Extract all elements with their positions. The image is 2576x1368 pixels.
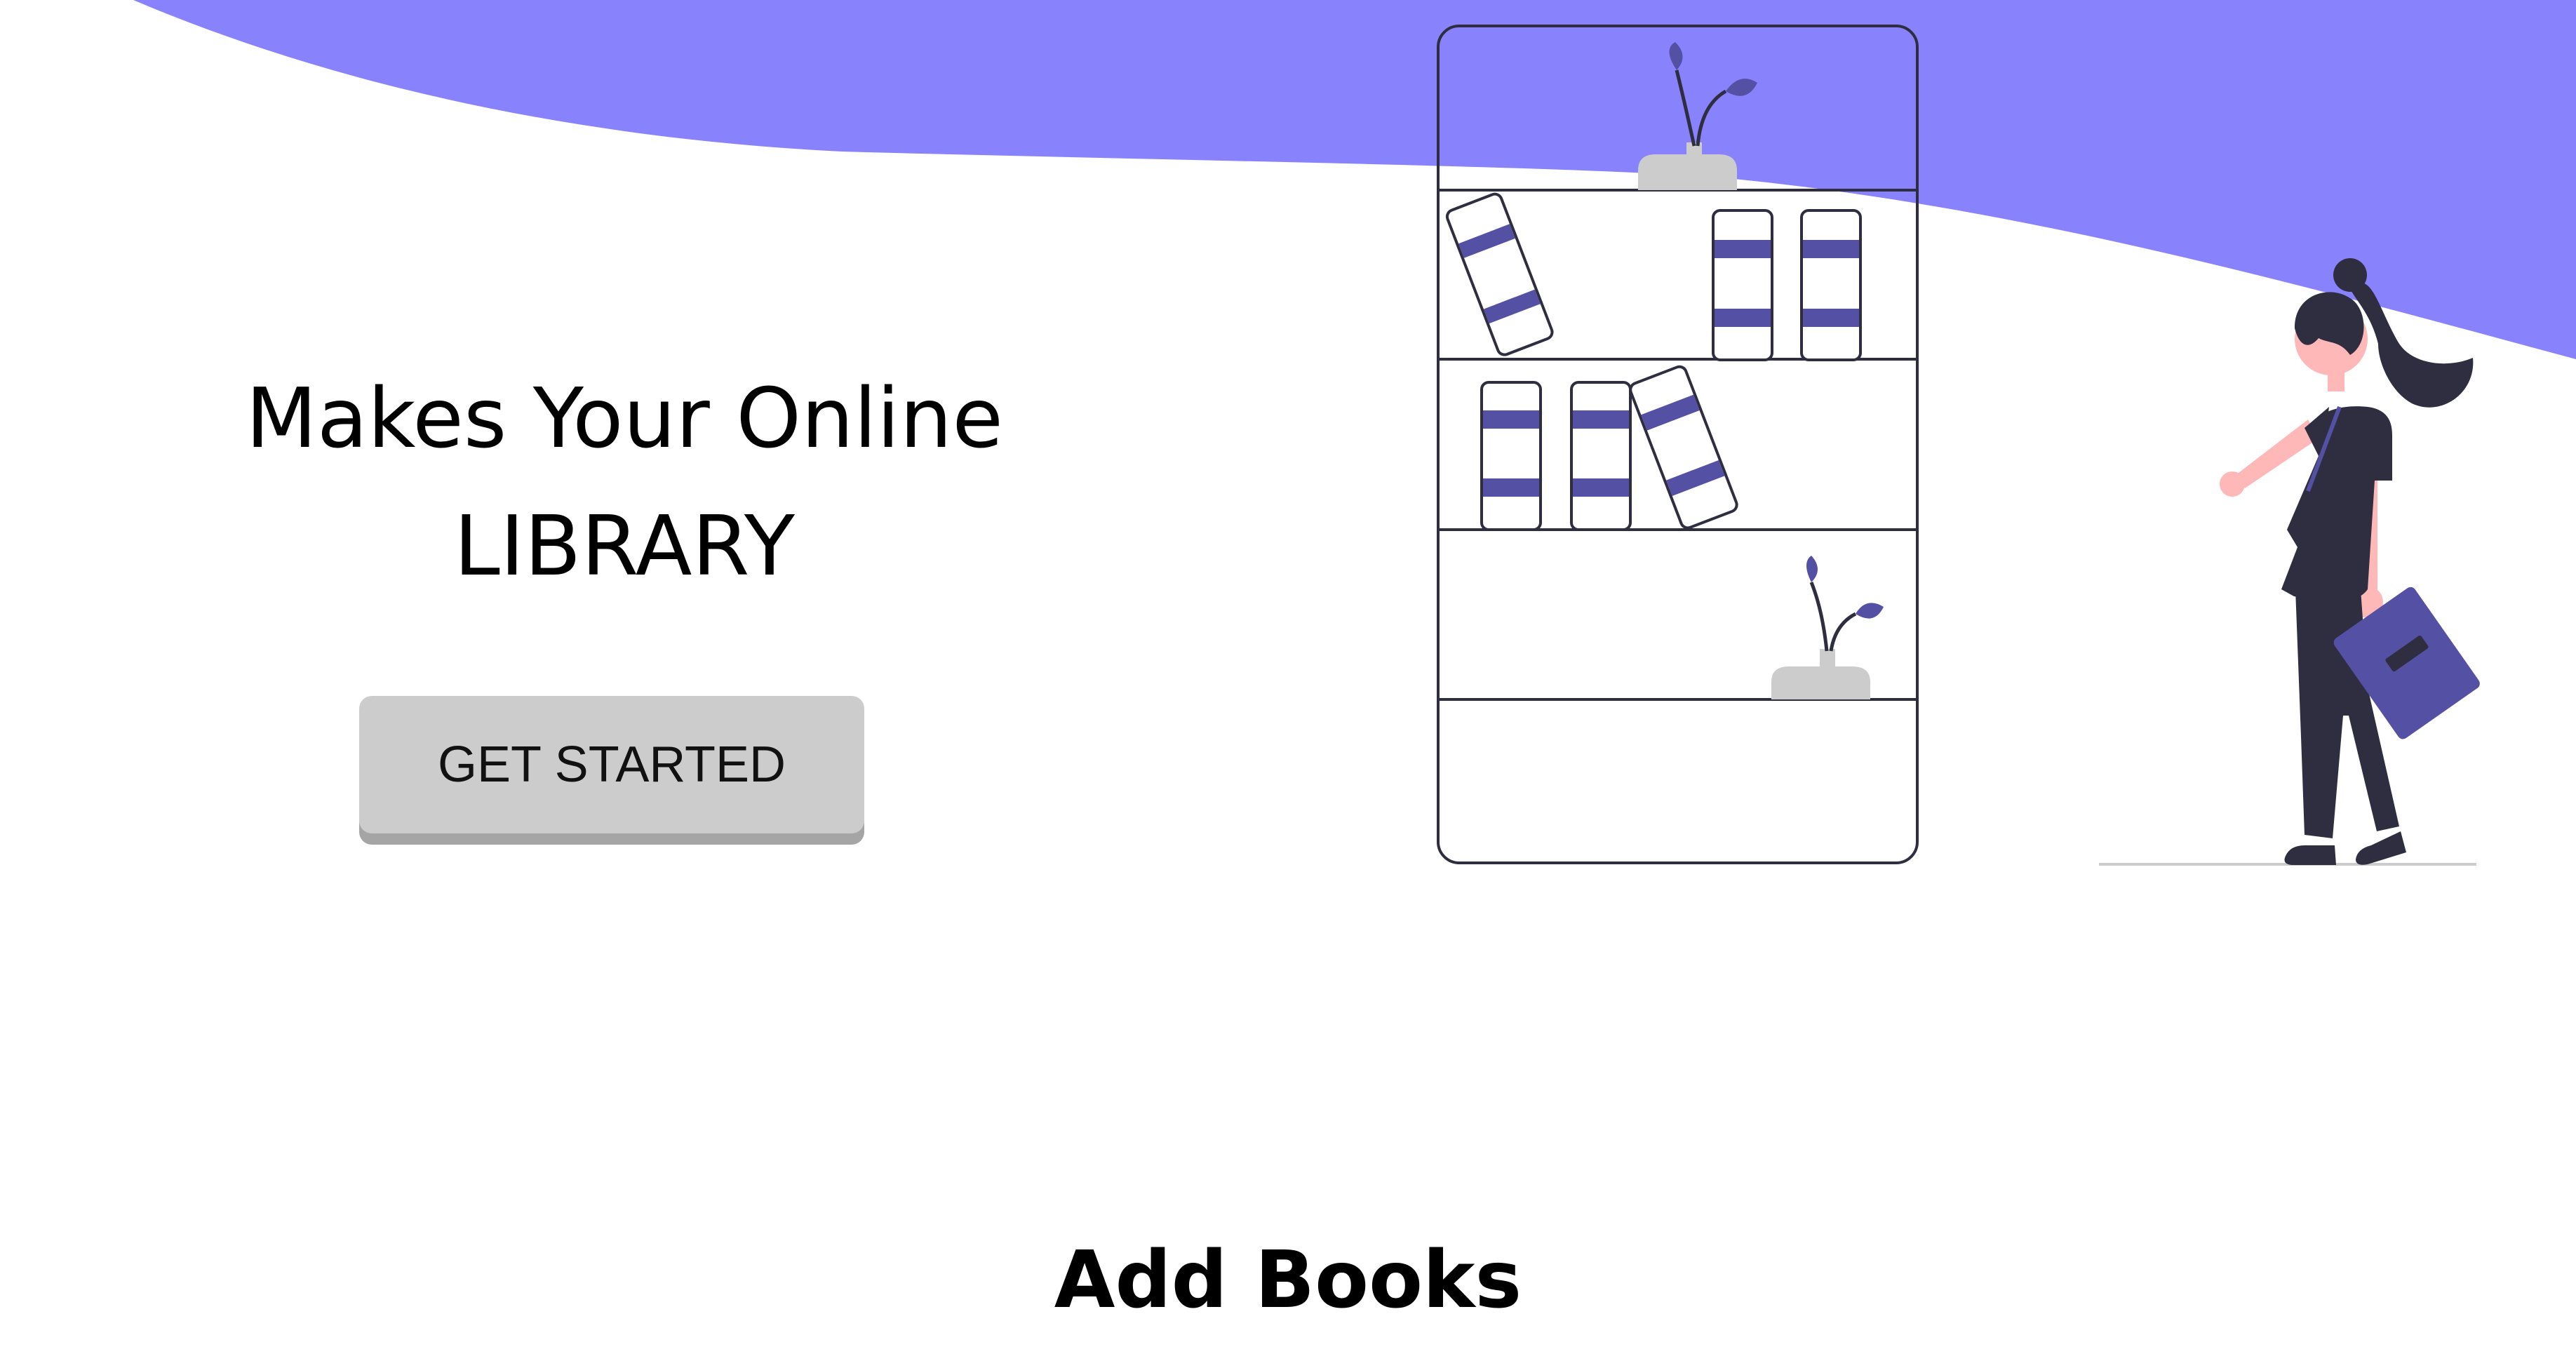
book-icon xyxy=(1800,209,1862,361)
hero-title: Makes Your Online LIBRARY xyxy=(126,354,1122,610)
hero-title-line1: Makes Your Online xyxy=(246,370,1003,467)
library-illustration xyxy=(1437,25,2480,866)
book-icon xyxy=(1445,192,1554,356)
landing-page: Makes Your Online LIBRARY GET STARTED Ad… xyxy=(0,0,2576,1368)
book-icon xyxy=(1570,381,1632,531)
book-icon xyxy=(1629,365,1738,530)
plant-pot-icon xyxy=(1771,556,1884,699)
add-books-heading: Add Books xyxy=(1054,1235,1522,1326)
book-icon xyxy=(1712,209,1773,361)
bookshelf-illustration xyxy=(1437,25,1919,864)
book-icon xyxy=(1480,381,1542,531)
plant-pot-icon xyxy=(1638,42,1757,190)
get-started-button[interactable]: GET STARTED xyxy=(359,696,864,833)
hero-title-line2: LIBRARY xyxy=(454,497,795,594)
woman-with-book-illustration xyxy=(2220,258,2480,865)
